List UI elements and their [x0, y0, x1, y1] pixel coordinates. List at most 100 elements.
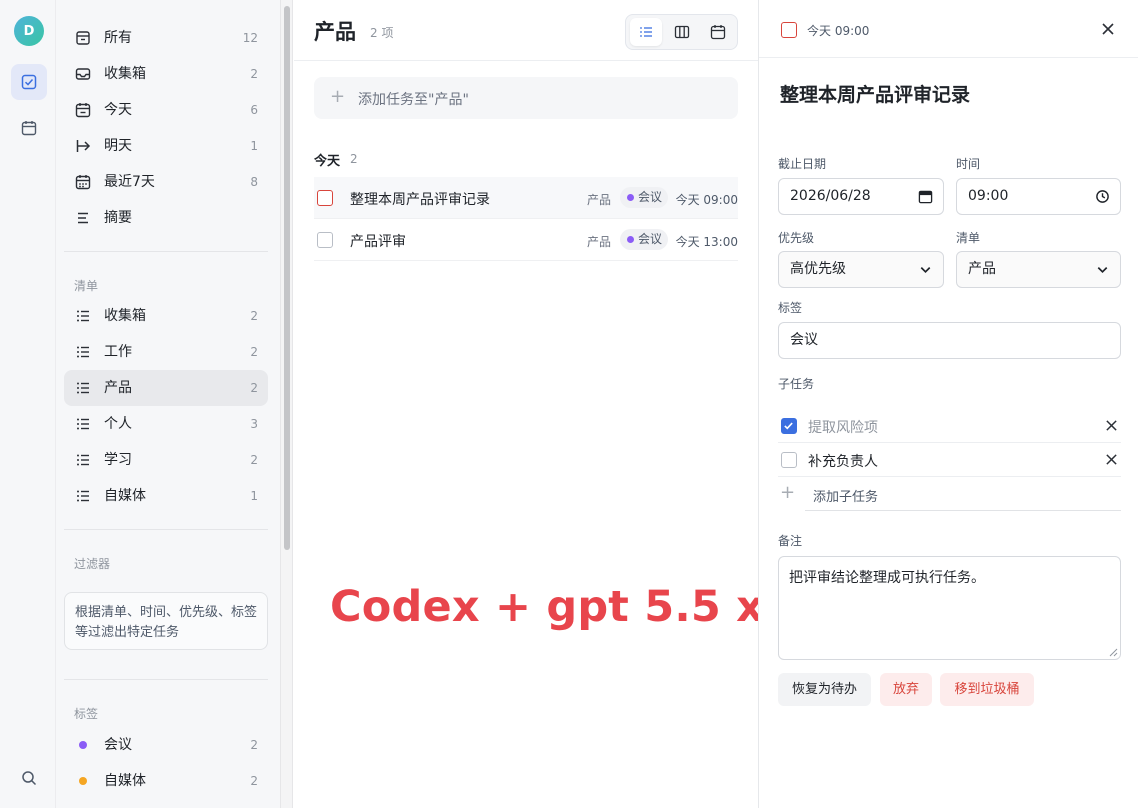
priority-select[interactable]: 高优先级: [778, 251, 944, 288]
avatar[interactable]: D: [14, 16, 44, 46]
rail-calendar-button[interactable]: [11, 110, 47, 146]
chevron-down-icon: [920, 267, 931, 274]
task-row[interactable]: 产品评审 产品 会议 今天 13:00: [314, 219, 738, 261]
tag-dot-icon: [74, 736, 92, 754]
subtask-row[interactable]: 补充负责人: [778, 443, 1121, 477]
move-to-trash-button[interactable]: 移到垃圾桶: [940, 673, 1034, 706]
calendar-view-button[interactable]: [702, 18, 734, 46]
nav-item-inbox[interactable]: 收集箱 2: [64, 56, 268, 92]
close-icon[interactable]: [1105, 453, 1118, 466]
nav-item-today[interactable]: 今天 6: [64, 92, 268, 128]
list-icon: [74, 379, 92, 397]
add-task-placeholder: 添加任务至"产品": [358, 92, 469, 108]
nav-count: 2: [250, 309, 258, 323]
deadline-label: 截止日期: [778, 157, 827, 171]
rail-tasks-button[interactable]: [11, 64, 47, 100]
tags-label: 标签: [778, 301, 803, 315]
watermark-text: Codex + gpt 5.5 xh: [330, 582, 795, 632]
close-icon[interactable]: [1105, 419, 1118, 432]
nav-label: 明天: [104, 138, 132, 154]
filters-hint[interactable]: 根据清单、时间、优先级、标签等过滤出特定任务: [64, 592, 268, 650]
detail-task-checkbox[interactable]: [781, 22, 797, 38]
tag-dot-icon: [74, 772, 92, 790]
task-count: 2 项: [370, 26, 394, 40]
list-view-icon: [640, 27, 652, 37]
nav-label: 学习: [104, 452, 132, 468]
sidebar-item-list-media[interactable]: 自媒体 1: [64, 478, 268, 514]
sidebar-item-list-product[interactable]: 产品 2: [64, 370, 268, 406]
kanban-icon: [674, 25, 690, 39]
tomorrow-icon: [74, 137, 92, 155]
task-row[interactable]: 整理本周产品评审记录 产品 会议 今天 09:00: [314, 177, 738, 219]
list-view-button[interactable]: [630, 18, 662, 46]
list-icon: [74, 451, 92, 469]
close-icon[interactable]: [1099, 20, 1117, 38]
resize-handle-icon[interactable]: [1109, 648, 1118, 657]
tags-value: 会议: [790, 332, 818, 348]
add-subtask-input[interactable]: 添加子任务: [805, 477, 1121, 511]
nav-count: 8: [250, 175, 258, 189]
restore-button[interactable]: 恢复为待办: [778, 673, 871, 706]
sidebar-item-list-inbox[interactable]: 收集箱 2: [64, 298, 268, 334]
divider: [64, 251, 268, 252]
sidebar-item-list-personal[interactable]: 个人 3: [64, 406, 268, 442]
sidebar: 所有 12 收集箱 2 今天 6 明天 1 最近7天 8 摘要 清单 收集箱 2…: [56, 0, 280, 808]
filters-section-title: 过滤器: [74, 557, 111, 571]
task-list-panel: 产品 2 项 + 添加任务至"产品" 今天 2 整理本周产品评审记录 产品 会议…: [294, 0, 795, 808]
deadline-date-input[interactable]: 2026/06/28: [778, 178, 944, 215]
kanban-view-button[interactable]: [666, 18, 698, 46]
add-task-input[interactable]: + 添加任务至"产品": [314, 77, 738, 119]
rail-search-button[interactable]: [11, 760, 47, 796]
tags-input[interactable]: 会议: [778, 322, 1121, 359]
divider: [64, 529, 268, 530]
subtask-title[interactable]: 提取风险项: [808, 417, 878, 437]
group-title[interactable]: 今天: [314, 150, 340, 169]
nav-count: 12: [242, 31, 258, 45]
nav-item-next7days[interactable]: 最近7天 8: [64, 164, 268, 200]
sidebar-item-list-study[interactable]: 学习 2: [64, 442, 268, 478]
notes-value: 把评审结论整理成可执行任务。: [789, 570, 985, 586]
time-value: 09:00: [968, 188, 1009, 204]
nav-item-summary[interactable]: 摘要: [64, 200, 268, 236]
list-icon: [74, 487, 92, 505]
nav-item-tomorrow[interactable]: 明天 1: [64, 128, 268, 164]
summary-icon: [74, 209, 92, 227]
task-checkbox[interactable]: [317, 232, 333, 248]
nav-label: 最近7天: [104, 174, 155, 190]
list-icon: [74, 415, 92, 433]
nav-count: 1: [250, 139, 258, 153]
deadline-value: 2026/06/28: [790, 188, 871, 204]
list-icon: [74, 343, 92, 361]
view-switcher: [625, 14, 738, 50]
abandon-button[interactable]: 放弃: [880, 673, 932, 706]
notes-textarea[interactable]: 把评审结论整理成可执行任务。: [778, 556, 1121, 660]
detail-title[interactable]: 整理本周产品评审记录: [780, 80, 970, 107]
sidebar-item-tag-media[interactable]: 自媒体 2: [64, 763, 268, 799]
subtask-title[interactable]: 补充负责人: [808, 451, 878, 471]
subtask-checkbox[interactable]: [781, 452, 797, 468]
list-header: 产品 2 项: [294, 0, 758, 61]
nav-item-all[interactable]: 所有 12: [64, 20, 268, 56]
task-checkbox[interactable]: [317, 190, 333, 206]
sidebar-scrollbar[interactable]: [280, 0, 293, 808]
sidebar-item-list-work[interactable]: 工作 2: [64, 334, 268, 370]
nav-count: 2: [250, 381, 258, 395]
task-title: 产品评审: [350, 234, 406, 250]
notes-label: 备注: [778, 534, 803, 548]
lists-section-title: 清单: [74, 279, 99, 293]
nav-count: 2: [250, 345, 258, 359]
nav-label: 摘要: [104, 210, 132, 226]
list-select[interactable]: 产品: [956, 251, 1121, 288]
page-title: 产品: [314, 20, 356, 44]
task-tag: 会议: [620, 229, 669, 250]
add-subtask-placeholder: 添加子任务: [813, 490, 879, 505]
sidebar-item-tag-meeting[interactable]: 会议 2: [64, 727, 268, 763]
nav-count: 1: [250, 489, 258, 503]
subtask-checkbox[interactable]: [781, 418, 797, 434]
detail-due[interactable]: 今天 09:00: [807, 22, 869, 39]
time-input[interactable]: 09:00: [956, 178, 1121, 215]
detail-header: 今天 09:00: [759, 0, 1138, 58]
subtask-row[interactable]: 提取风险项: [778, 409, 1121, 443]
nav-count: 2: [250, 774, 258, 788]
scrollbar-thumb[interactable]: [284, 6, 290, 550]
